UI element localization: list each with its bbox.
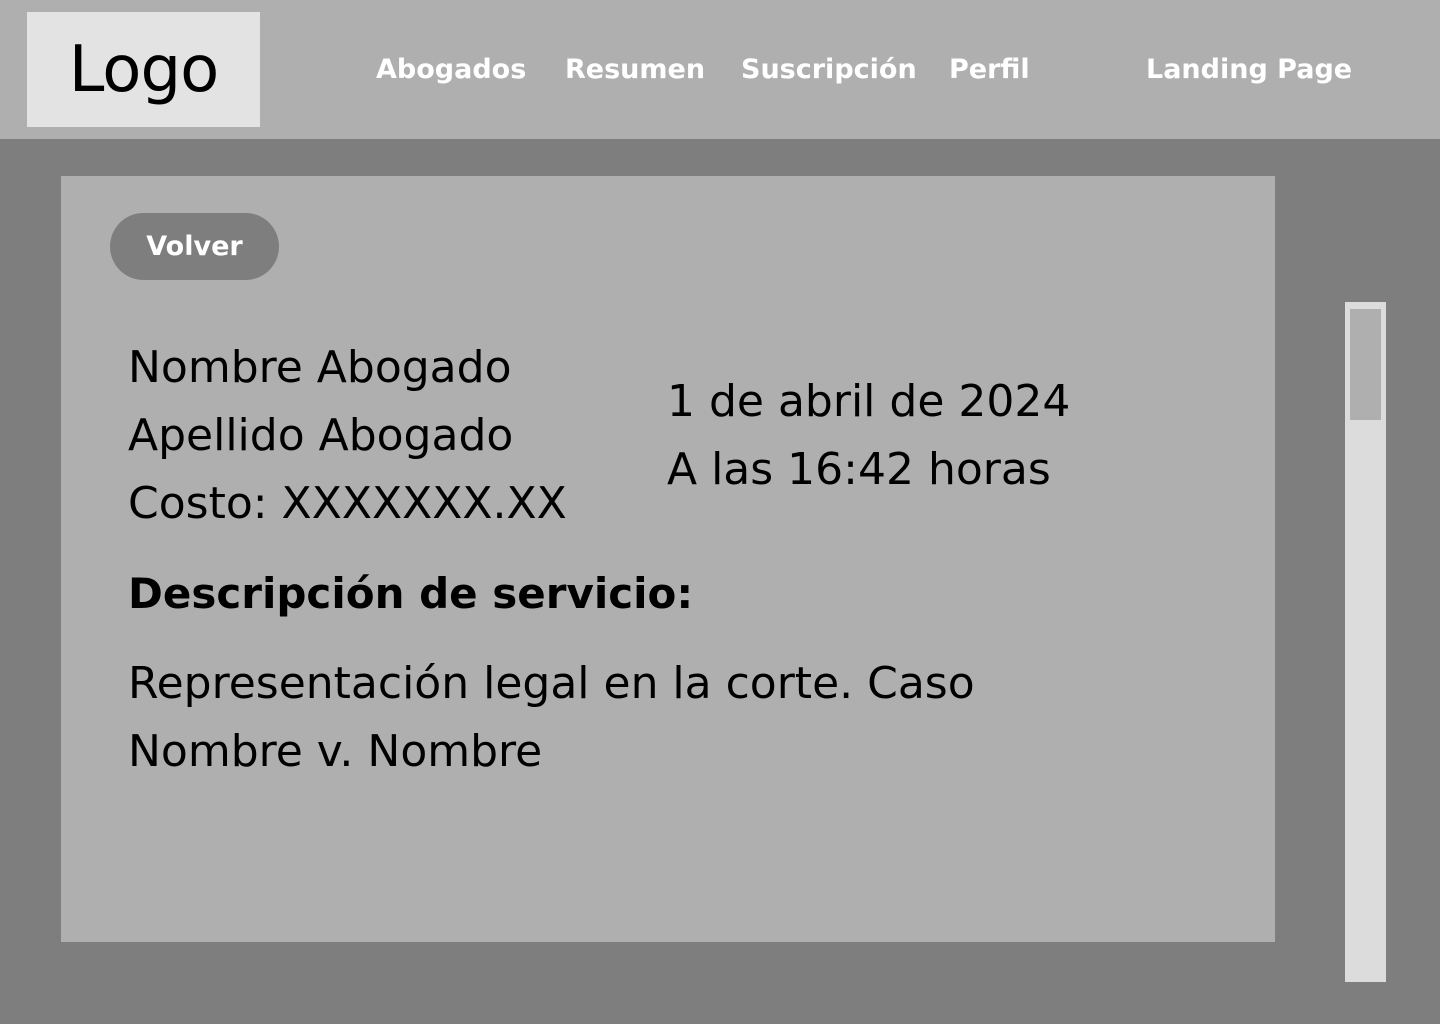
scrollbar-thumb[interactable] xyxy=(1350,309,1381,420)
lawyer-last-name: Apellido Abogado xyxy=(128,410,514,461)
nav-link-landing-page[interactable]: Landing Page xyxy=(1146,50,1352,90)
top-navigation-bar: Logo Abogados Resumen Suscripción Perfil… xyxy=(0,0,1440,139)
description-text: Representación legal en la corte. Caso N… xyxy=(128,658,975,777)
service-cost: Costo: XXXXXXX.XX xyxy=(128,478,567,529)
scrollbar-track[interactable] xyxy=(1345,302,1386,982)
nav-link-abogados[interactable]: Abogados xyxy=(376,50,526,90)
lawyer-info: Nombre Abogado Apellido Abogado Costo: X… xyxy=(128,334,567,538)
nav-link-suscripcion[interactable]: Suscripción xyxy=(741,50,917,90)
service-summary-card: Volver Nombre Abogado Apellido Abogado C… xyxy=(61,176,1275,942)
nav-link-resumen[interactable]: Resumen xyxy=(565,50,705,90)
back-button[interactable]: Volver xyxy=(110,213,279,280)
lawyer-first-name: Nombre Abogado xyxy=(128,342,512,393)
logo[interactable]: Logo xyxy=(27,12,260,127)
appointment-date: 1 de abril de 2024 xyxy=(667,376,1071,427)
description-title: Descripción de servicio: xyxy=(128,569,694,618)
nav-link-perfil[interactable]: Perfil xyxy=(949,50,1030,90)
appointment-datetime: 1 de abril de 2024 A las 16:42 horas xyxy=(667,368,1070,504)
appointment-time: A las 16:42 horas xyxy=(667,444,1051,495)
